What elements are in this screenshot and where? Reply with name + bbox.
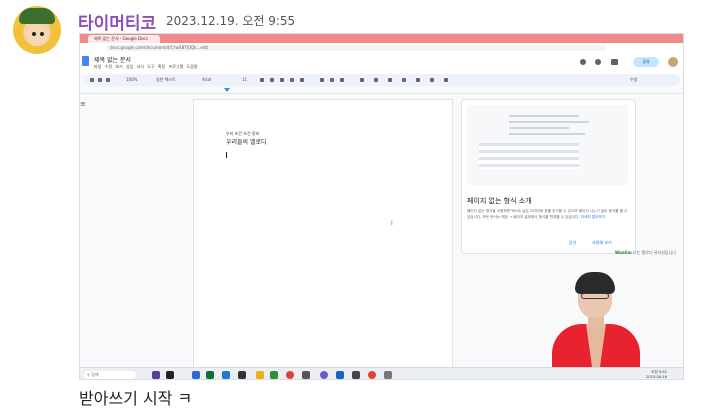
post-timestamp: 2023.12.19. 오전 9:55 xyxy=(166,14,296,28)
stream-chat-overlay: Woalim 나는 엘로디 뮤지션입니다 xyxy=(615,250,683,255)
taskbar-app-icon xyxy=(152,371,160,379)
bold-icon xyxy=(260,78,264,82)
outline-menu-icon: ≡ xyxy=(80,100,86,108)
preview-line xyxy=(509,127,569,129)
page-big-line: 우리들의 엘로디 xyxy=(226,139,267,146)
pageless-intro-panel: 페이지 없는 형식 소개 페이지 없는 형식을 사용하면 텍스트 넓은 이미지와… xyxy=(461,99,636,254)
comment-add-icon xyxy=(330,78,334,82)
streamer-hair xyxy=(575,272,615,294)
font-select: Arial xyxy=(202,77,212,82)
panel-try-button: 사용해 보기 xyxy=(592,240,612,245)
profile-avatar-icon xyxy=(668,57,678,67)
menu-view: 보기 xyxy=(115,64,123,69)
comment-icon xyxy=(595,59,601,65)
document-page: 우리 조건 조건 정보 우리들의 엘로디 xyxy=(193,99,453,376)
mouse-ibeam-icon: I xyxy=(391,220,393,227)
share-button: 공유 xyxy=(633,57,659,67)
indent-icon xyxy=(430,78,434,82)
chat-text: 나는 엘로디 뮤지션입니다 xyxy=(632,250,676,255)
menu-format: 서식 xyxy=(136,64,144,69)
checklist-icon xyxy=(388,78,392,82)
preview-table xyxy=(479,143,579,169)
taskbar-app-icon xyxy=(192,371,200,379)
print-icon xyxy=(106,78,110,82)
menu-extensions: 확장 프로그램 xyxy=(157,64,184,69)
url-text: docs.google.com/document/d/1YwXBTlOQk...… xyxy=(106,45,606,51)
author-avatar[interactable] xyxy=(13,6,61,54)
browser-tab: 제목 없는 문서 - Google Docs xyxy=(88,35,160,43)
bullet-list-icon xyxy=(402,78,406,82)
windows-taskbar: ⚲ 검색 오전 9:52 2023-04-16 xyxy=(80,367,683,379)
avatar-eye-left xyxy=(32,32,36,36)
pageless-preview-image xyxy=(467,105,628,185)
avatar-eye-right xyxy=(40,32,44,36)
docs-menu: 파일 수정 보기 삽입 서식 도구 확장 프로그램 도움말 xyxy=(94,64,198,70)
font-size: 11 xyxy=(242,77,248,82)
avatar-hat xyxy=(19,8,55,24)
redo-icon xyxy=(98,78,102,82)
menu-insert: 삽입 xyxy=(125,64,134,69)
chat-user: Woalim xyxy=(615,250,632,255)
taskbar-app-icon xyxy=(336,371,344,379)
numbered-list-icon xyxy=(416,78,420,82)
editing-mode: 수정 xyxy=(630,77,638,82)
avatar-face xyxy=(27,24,47,46)
docs-header: 제목 없는 문서 파일 수정 보기 삽입 서식 도구 확장 프로그램 도움말 공… xyxy=(80,53,683,74)
taskbar-app-icon xyxy=(384,371,392,379)
preview-line xyxy=(509,115,579,117)
streamer-glasses xyxy=(581,293,609,299)
zoom-level: 100% xyxy=(126,77,138,82)
browser-titlebar: 제목 없는 문서 - Google Docs xyxy=(80,34,683,43)
meet-icon xyxy=(611,59,618,65)
taskbar-app-icon xyxy=(222,371,230,379)
taskbar-app-icon xyxy=(270,371,278,379)
panel-title: 페이지 없는 형식 소개 xyxy=(467,197,532,205)
clock-date: 2023-04-16 xyxy=(646,375,667,379)
preview-line xyxy=(509,121,589,123)
docs-logo-icon xyxy=(82,56,89,66)
post-message: 받아쓰기 시작 ㅋ xyxy=(79,389,193,408)
style-select: 일반 텍스트 xyxy=(156,77,176,82)
menu-edit: 수정 xyxy=(104,64,113,69)
taskbar-search-label: 검색 xyxy=(91,372,99,377)
taskbar-app-icon xyxy=(352,371,360,379)
preview-line xyxy=(509,133,585,135)
image-icon xyxy=(340,78,344,82)
panel-description: 페이지 없는 형식을 사용하면 텍스트 넓은 이미지와 표를 추가할 수 있으며… xyxy=(467,208,629,220)
taskbar-app-icon xyxy=(238,371,246,379)
link-icon xyxy=(320,78,324,82)
ruler-indent-marker xyxy=(224,88,230,92)
menu-help: 도움말 xyxy=(186,64,198,69)
underline-icon xyxy=(280,78,284,82)
taskbar-app-icon xyxy=(320,371,328,379)
undo-icon xyxy=(90,78,94,82)
italic-icon xyxy=(270,78,274,82)
text-color-icon xyxy=(290,78,294,82)
docs-toolbar: 100% 일반 텍스트 Arial 11 수정 xyxy=(84,74,680,86)
menu-file: 파일 xyxy=(94,64,102,69)
embedded-screenshot[interactable]: 제목 없는 문서 - Google Docs docs.google.com/d… xyxy=(79,33,684,380)
learn-more-link: 자세히 알아보기 xyxy=(580,215,606,219)
taskbar-app-icon xyxy=(256,371,264,379)
highlight-icon xyxy=(300,78,304,82)
doc-title: 제목 없는 문서 xyxy=(94,57,131,64)
ruler xyxy=(80,87,683,94)
menu-tools: 도구 xyxy=(147,64,155,69)
clear-format-icon xyxy=(444,78,448,82)
taskbar-app-icon xyxy=(166,371,174,379)
panel-close-button: 닫기 xyxy=(569,240,577,245)
taskbar-chrome-icon xyxy=(286,371,294,379)
text-cursor xyxy=(226,152,227,158)
align-icon xyxy=(360,78,364,82)
taskbar-app-icon xyxy=(206,371,214,379)
taskbar-search: ⚲ 검색 xyxy=(84,371,136,379)
taskbar-chrome-icon xyxy=(368,371,376,379)
history-icon xyxy=(580,59,586,65)
author-name[interactable]: 타이머티코 xyxy=(78,9,156,34)
streamer-avatar xyxy=(550,266,642,379)
taskbar-clock: 오전 9:52 2023-04-16 xyxy=(646,370,667,379)
line-spacing-icon xyxy=(374,78,378,82)
taskbar-app-icon xyxy=(302,371,310,379)
